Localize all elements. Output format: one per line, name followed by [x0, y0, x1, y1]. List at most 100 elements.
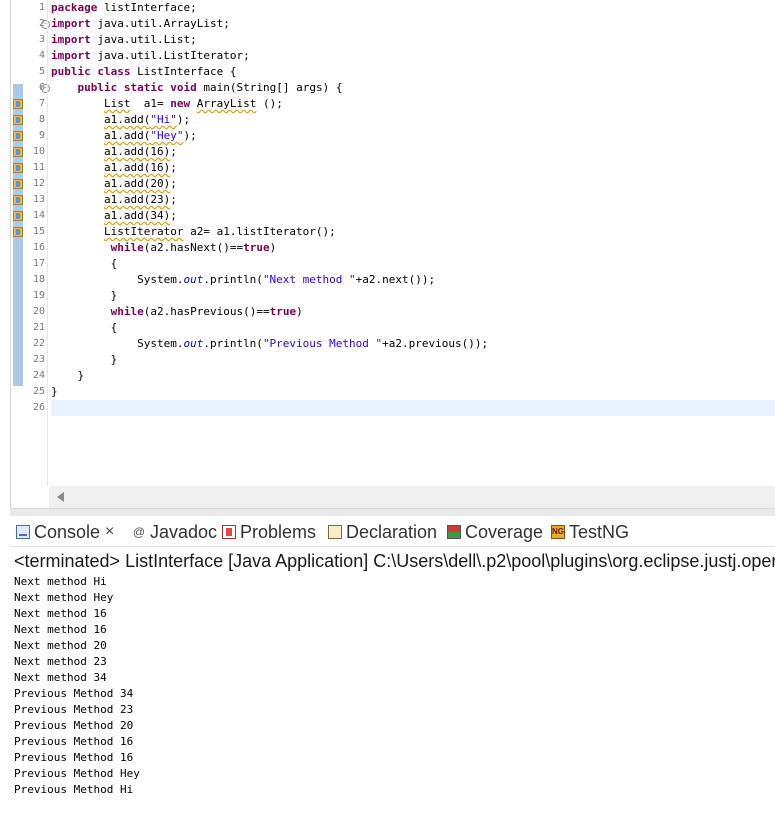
fold-collapse-icon[interactable]: -: [41, 84, 50, 93]
code-token: List: [103, 97, 131, 110]
code-line[interactable]: while(a2.hasNext()==true): [51, 240, 775, 256]
console-tab-bar: Console × @ Javadoc Problems Declaration…: [10, 516, 775, 547]
line-number: 5: [38, 66, 45, 77]
warning-marker-icon[interactable]: [13, 115, 23, 125]
line-number: 23: [32, 354, 45, 365]
code-area[interactable]: package listInterface; import java.util.A…: [51, 0, 775, 486]
code-token: main(String[] args) {: [196, 81, 343, 94]
code-line[interactable]: System.out.println("Next method "+a2.nex…: [51, 272, 775, 288]
code-line[interactable]: }: [51, 384, 775, 400]
tab-console[interactable]: Console ×: [16, 520, 114, 544]
code-token: a2= a1.listIterator();: [183, 225, 336, 238]
declaration-icon: [328, 525, 342, 539]
code-line[interactable]: System.out.println("Previous Method "+a2…: [51, 336, 775, 352]
code-line[interactable]: }: [51, 288, 775, 304]
tab-problems[interactable]: Problems: [222, 520, 316, 544]
console-line: Next method Hey: [14, 591, 114, 604]
warning-marker-icon[interactable]: [13, 179, 23, 189]
tab-javadoc[interactable]: @ Javadoc: [132, 520, 217, 544]
console-line: Previous Method 16: [14, 751, 134, 764]
horizontal-scrollbar[interactable]: [49, 486, 775, 508]
warning-marker-icon[interactable]: [13, 195, 23, 205]
tab-coverage[interactable]: Coverage: [447, 520, 543, 544]
tab-label: Coverage: [465, 521, 544, 542]
line-number: 1: [38, 2, 45, 13]
code-line[interactable]: import java.util.ArrayList;: [51, 16, 775, 32]
code-token: package: [51, 1, 98, 14]
warning-marker-icon[interactable]: [13, 211, 23, 221]
code-line[interactable]: a1.add(34);: [51, 208, 775, 224]
tab-declaration[interactable]: Declaration: [328, 520, 437, 544]
code-token: ListIterator: [103, 225, 184, 238]
code-line[interactable]: a1.add("Hi");: [51, 112, 775, 128]
code-line[interactable]: public class ListInterface {: [51, 64, 775, 80]
console-output[interactable]: Next method Hi Next method Hey Next method…: [14, 574, 775, 798]
code-token: (a2.hasPrevious()==: [143, 305, 270, 318]
console-line: Next method 23: [14, 655, 107, 668]
code-token: import: [51, 17, 91, 30]
code-token: ;: [170, 145, 177, 158]
code-line[interactable]: }: [51, 368, 775, 384]
code-token: }: [51, 385, 58, 398]
warning-marker-icon[interactable]: [13, 163, 23, 173]
testng-icon: NG: [551, 525, 565, 539]
code-token: ;: [170, 177, 177, 190]
code-line[interactable]: ListIterator a2= a1.listIterator();: [51, 224, 775, 240]
console-line: Previous Method Hi: [14, 783, 134, 796]
code-line[interactable]: a1.add(16);: [51, 144, 775, 160]
code-line[interactable]: a1.add(16);: [51, 160, 775, 176]
code-line[interactable]: import java.util.ListIterator;: [51, 48, 775, 64]
console-status: <terminated> ListInterface [Java Applica…: [14, 551, 775, 571]
code-line[interactable]: import java.util.List;: [51, 32, 775, 48]
code-token: ;: [170, 161, 177, 174]
warning-marker-icon[interactable]: [13, 227, 23, 237]
code-token: while: [110, 241, 144, 254]
tab-testng[interactable]: NG TestNG: [551, 520, 629, 544]
line-number: 19: [32, 290, 45, 301]
line-number: 11: [32, 162, 45, 173]
code-token: (a2.hasNext()==: [143, 241, 244, 254]
code-editor[interactable]: 1 2-3 4 5 6-7 8 9 10 11 12 13 14 15 16 17 18 19 20 21 22 23 2…: [10, 0, 775, 508]
line-number: 3: [38, 34, 45, 45]
code-line[interactable]: {: [51, 256, 775, 272]
line-number: 26: [32, 402, 45, 413]
coverage-icon: [447, 525, 461, 539]
code-line[interactable]: }: [51, 352, 775, 368]
code-token: +a2.previous());: [382, 337, 489, 350]
code-line[interactable]: [51, 400, 775, 416]
code-token: a1.add(16): [103, 145, 171, 158]
console-icon: [16, 525, 30, 539]
code-line[interactable]: a1.add("Hey");: [51, 128, 775, 144]
line-number-ruler: 1 2-3 4 5 6-7 8 9 10 11 12 13 14 15 16 17 18 19 20 21 22 23 2…: [24, 0, 50, 486]
warning-marker-icon[interactable]: [13, 99, 23, 109]
code-line[interactable]: {: [51, 320, 775, 336]
code-line[interactable]: a1.add(23);: [51, 192, 775, 208]
close-icon[interactable]: ×: [105, 523, 114, 541]
code-token: java.util.ArrayList;: [90, 17, 230, 30]
code-line[interactable]: package listInterface;: [51, 0, 775, 16]
line-number: 18: [32, 274, 45, 285]
console-line: Previous Method 16: [14, 735, 134, 748]
code-token: java.util.ListIterator;: [90, 49, 250, 62]
view-separator[interactable]: [10, 508, 775, 516]
code-line[interactable]: a1.add(20);: [51, 176, 775, 192]
code-token: }: [51, 289, 118, 302]
code-token: "Hey": [150, 129, 184, 142]
line-number: 17: [32, 258, 45, 269]
code-line[interactable]: List a1= new ArrayList ();: [51, 96, 775, 112]
line-number: 13: [32, 194, 45, 205]
console-line: Next method 16: [14, 607, 107, 620]
code-token: class: [97, 65, 131, 78]
fold-collapse-icon[interactable]: -: [41, 20, 50, 29]
warning-marker-icon[interactable]: [13, 147, 23, 157]
warning-marker-icon[interactable]: [13, 131, 23, 141]
line-number: 12: [32, 178, 45, 189]
code-line[interactable]: while(a2.hasPrevious()==true): [51, 304, 775, 320]
code-token: a1.add(: [103, 129, 151, 142]
code-line[interactable]: public static void main(String[] args) {: [51, 80, 775, 96]
scroll-left-icon[interactable]: [57, 492, 64, 502]
